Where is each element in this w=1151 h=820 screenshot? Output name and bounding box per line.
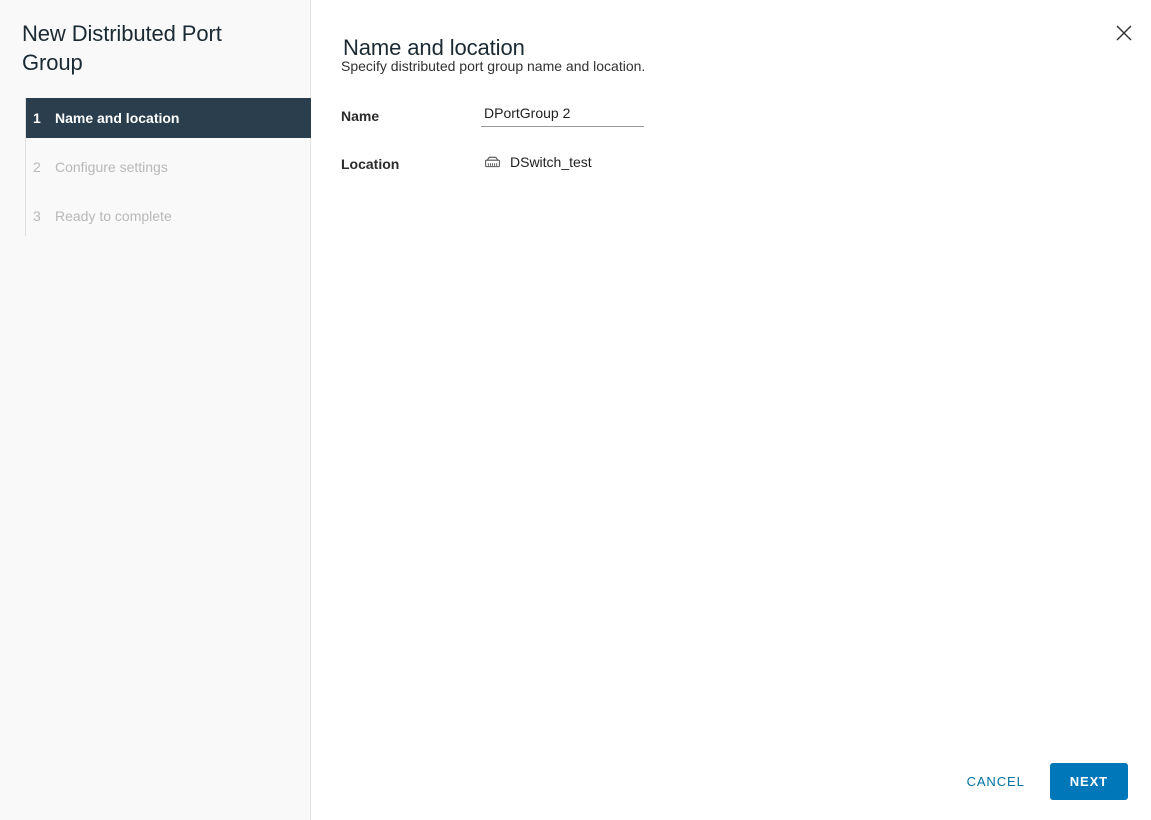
wizard-main-panel: Name and location Specify distributed po…: [311, 0, 1151, 820]
location-name: DSwitch_test: [510, 154, 592, 170]
wizard-sidebar: New Distributed Port Group 1 Name and lo…: [0, 0, 311, 820]
location-control: DSwitch_test: [481, 152, 1101, 171]
cancel-button[interactable]: CANCEL: [954, 764, 1038, 799]
page-subtitle: Specify distributed port group name and …: [341, 58, 646, 74]
name-input[interactable]: [481, 104, 644, 127]
wizard-step-list: 1 Name and location 2 Configure settings…: [25, 98, 311, 236]
sidebar-step-name-and-location[interactable]: 1 Name and location: [26, 98, 311, 138]
step-number: 1: [33, 110, 41, 126]
step-number: 3: [33, 208, 41, 224]
sidebar-step-ready-to-complete[interactable]: 3 Ready to complete: [26, 196, 311, 236]
wizard-footer: CANCEL NEXT: [954, 763, 1128, 800]
next-button[interactable]: NEXT: [1049, 763, 1128, 800]
wizard-title: New Distributed Port Group: [22, 21, 222, 75]
form-row-location: Location DSwitch_test: [341, 152, 1101, 175]
step-label: Configure settings: [55, 159, 168, 175]
port-group-form: Name Location: [341, 104, 1101, 200]
form-row-name: Name: [341, 104, 1101, 127]
name-control: [481, 104, 1101, 127]
step-label: Name and location: [55, 110, 180, 126]
distributed-switch-icon: [484, 155, 501, 170]
step-number: 2: [33, 159, 41, 175]
close-icon[interactable]: [1111, 20, 1137, 46]
step-label: Ready to complete: [55, 208, 172, 224]
location-label: Location: [341, 156, 400, 172]
new-distributed-port-group-wizard: New Distributed Port Group 1 Name and lo…: [0, 0, 1151, 820]
sidebar-step-configure-settings[interactable]: 2 Configure settings: [26, 147, 311, 187]
location-value: DSwitch_test: [481, 152, 1101, 171]
name-label: Name: [341, 108, 380, 124]
